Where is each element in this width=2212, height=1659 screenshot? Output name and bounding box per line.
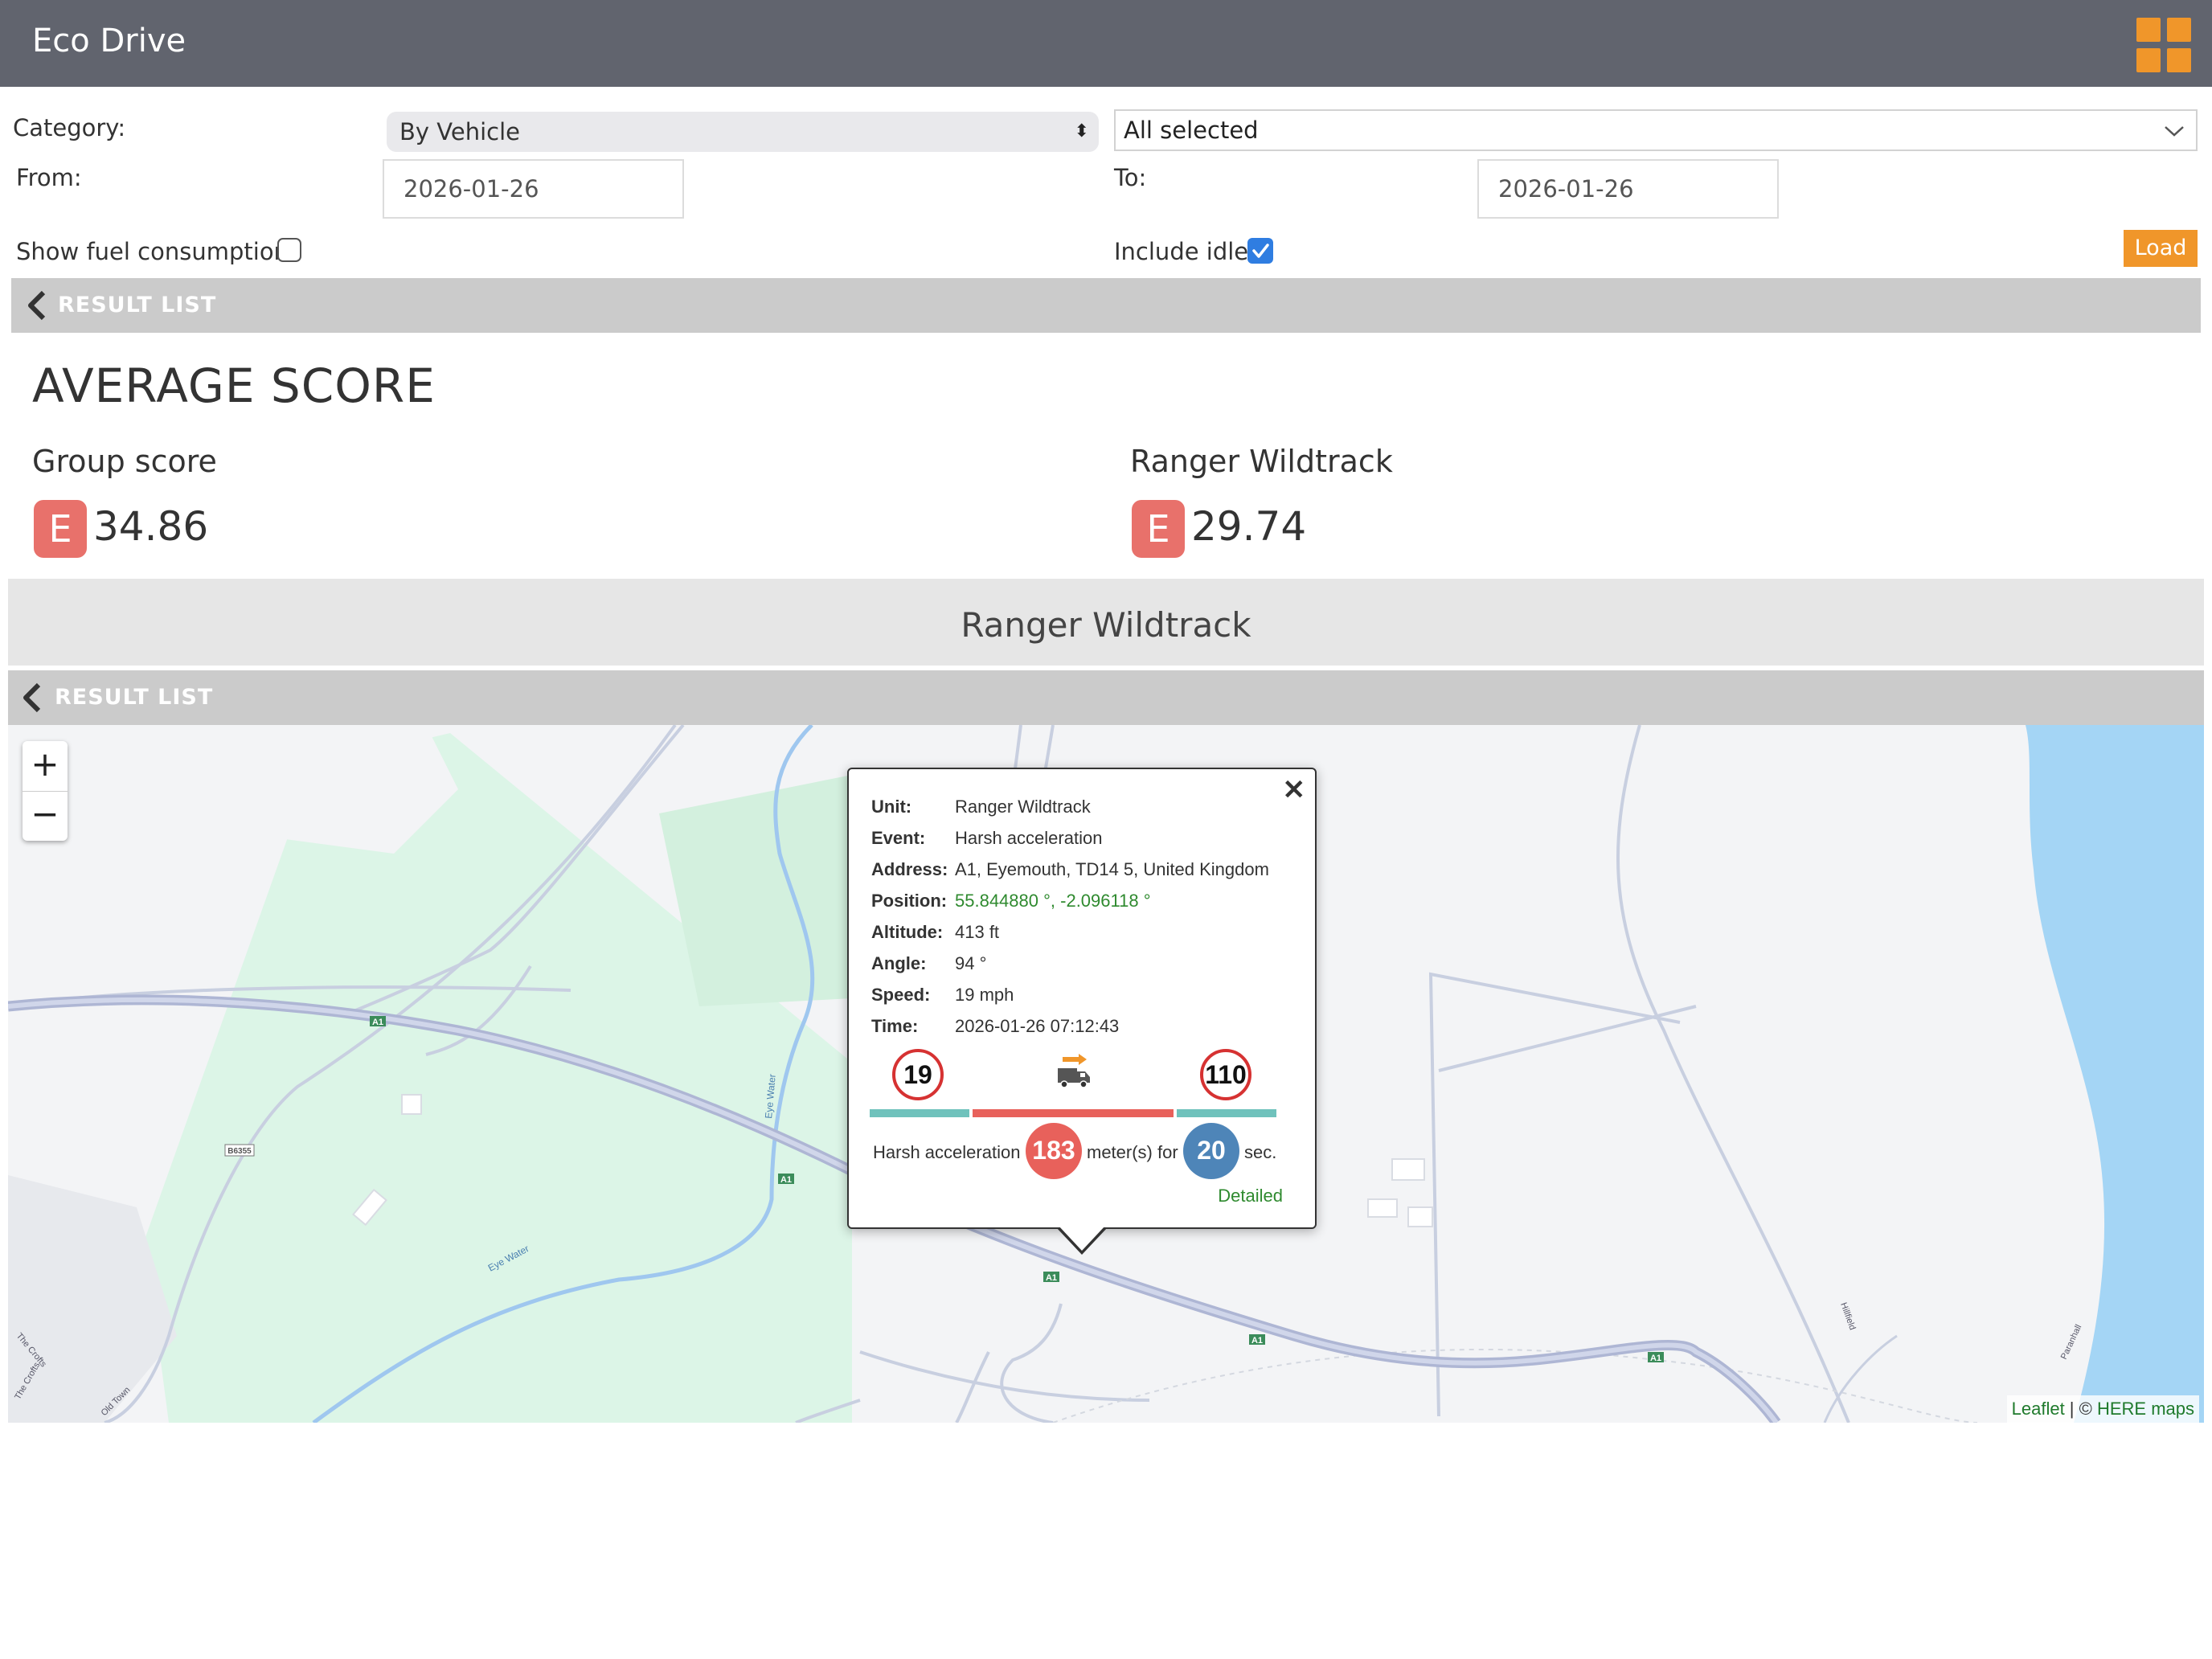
chevron-down-icon xyxy=(2164,111,2185,150)
include-idle-checkbox[interactable] xyxy=(1247,238,1273,264)
road-label: A1 xyxy=(1046,1273,1057,1283)
grid-menu-icon[interactable] xyxy=(2136,18,2191,72)
here-maps-link[interactable]: HERE maps xyxy=(2097,1399,2194,1419)
map-attribution: Leaflet | © HERE maps xyxy=(2006,1395,2199,1423)
popup-key: Unit: xyxy=(871,797,912,817)
speed-bar-end xyxy=(1177,1109,1276,1117)
popup-value: 413 ft xyxy=(955,922,1000,942)
zoom-control: + − xyxy=(23,741,68,841)
detailed-link[interactable]: Detailed xyxy=(1218,1186,1283,1206)
vehicle-score-value: 29.74 xyxy=(1191,503,1307,550)
popup-row-angle: Angle: 94 ° xyxy=(871,953,986,974)
road-label: B6355 xyxy=(227,1147,252,1156)
from-label: From: xyxy=(16,164,82,191)
popup-key: Angle: xyxy=(871,953,927,973)
zoom-in-button[interactable]: + xyxy=(23,741,68,792)
to-label: To: xyxy=(1114,164,1147,191)
popup-row-address: Address: A1, Eyemouth, TD14 5, United Kin… xyxy=(871,859,1269,880)
popup-value: Harsh acceleration xyxy=(955,828,1103,848)
distance-badge: 183 xyxy=(1026,1123,1082,1179)
group-score-value: 34.86 xyxy=(93,503,209,550)
popup-key: Position: xyxy=(871,891,948,911)
category-label: Category: xyxy=(13,114,126,141)
fuel-consumption-label: Show fuel consumption: xyxy=(16,238,297,265)
road-label: A1 xyxy=(780,1175,792,1185)
popup-pointer-fill xyxy=(1059,1226,1105,1251)
street-label: Paranhall xyxy=(2059,1323,2084,1361)
zoom-out-button[interactable]: − xyxy=(23,791,68,841)
popup-row-altitude: Altitude: 413 ft xyxy=(871,922,999,943)
include-idle-label: Include idle: xyxy=(1114,238,1256,265)
category-select[interactable]: By Vehicle ⬍ xyxy=(387,112,1099,152)
event-summary-label: Harsh acceleration xyxy=(873,1142,1021,1162)
popup-value: A1, Eyemouth, TD14 5, United Kingdom xyxy=(955,859,1269,879)
app-title: Eco Drive xyxy=(32,23,186,59)
popup-key: Speed: xyxy=(871,985,931,1005)
popup-row-position: Position: 55.844880 °, -2.096118 ° xyxy=(871,891,1151,911)
popup-value: 94 ° xyxy=(955,953,987,973)
result-list-bar[interactable]: RESULT LIST xyxy=(11,278,2201,333)
popup-row-speed: Speed: 19 mph xyxy=(871,985,1014,1006)
from-date-input[interactable]: 2026-01-26 xyxy=(383,159,684,219)
chevron-left-icon xyxy=(23,682,41,713)
duration-badge: 20 xyxy=(1183,1123,1239,1179)
load-button[interactable]: Load xyxy=(2124,230,2198,267)
road-label: A1 xyxy=(372,1018,383,1027)
average-score-title: AVERAGE SCORE xyxy=(32,358,436,413)
result-list-label: RESULT LIST xyxy=(58,293,217,317)
top-bar: Eco Drive xyxy=(0,0,2212,87)
vehicle-banner: Ranger Wildtrack xyxy=(8,579,2204,666)
vehicle-grade-badge: E xyxy=(1132,500,1185,558)
group-score-label: Group score xyxy=(32,444,217,479)
result-list-bar-2[interactable]: RESULT LIST xyxy=(8,670,2204,725)
start-speed-sign: 19 xyxy=(892,1049,944,1100)
popup-row-event: Event: Harsh acceleration xyxy=(871,828,1102,849)
truck-accelerating-icon xyxy=(1058,1054,1090,1088)
close-icon[interactable]: ✕ xyxy=(1283,774,1306,806)
popup-row-time: Time: 2026-01-26 07:12:43 xyxy=(871,1016,1119,1037)
leaflet-link[interactable]: Leaflet xyxy=(2012,1399,2065,1419)
distance-unit-label: meter(s) for xyxy=(1087,1142,1178,1162)
popup-value: 2026-01-26 07:12:43 xyxy=(955,1016,1120,1036)
event-popup: ✕ Unit: Ranger Wildtrack Event: Harsh acce… xyxy=(847,768,1317,1255)
position-link[interactable]: 55.844880 °, -2.096118 ° xyxy=(955,891,1151,911)
street-label: Hillfield xyxy=(1838,1301,1857,1331)
speed-bar-start xyxy=(870,1109,969,1117)
group-grade-badge: E xyxy=(34,500,87,558)
fuel-consumption-checkbox[interactable] xyxy=(277,238,301,262)
category-select-value: By Vehicle xyxy=(399,118,520,145)
road-label: A1 xyxy=(1251,1336,1263,1346)
vehicle-score-label: Ranger Wildtrack xyxy=(1130,444,1393,479)
chevron-left-icon xyxy=(28,290,46,321)
popup-key: Event: xyxy=(871,828,926,848)
checkmark-icon xyxy=(1252,244,1269,258)
updown-chevron-icon: ⬍ xyxy=(1074,121,1089,141)
result-list-label: RESULT LIST xyxy=(55,685,214,710)
vehicle-multiselect-value: All selected xyxy=(1124,117,1259,144)
vehicle-banner-title: Ranger Wildtrack xyxy=(961,605,1251,645)
popup-key: Address: xyxy=(871,859,948,879)
popup-key: Altitude: xyxy=(871,922,944,942)
speed-limit-sign: 110 xyxy=(1200,1049,1251,1100)
popup-row-unit: Unit: Ranger Wildtrack xyxy=(871,797,1091,817)
speed-bar-event xyxy=(973,1109,1174,1117)
attribution-separator: | © xyxy=(2064,1399,2097,1419)
popup-value: 19 mph xyxy=(955,985,1014,1005)
vehicle-multiselect[interactable]: All selected xyxy=(1114,109,2198,151)
duration-unit-label: sec. xyxy=(1244,1142,1277,1162)
to-date-input[interactable]: 2026-01-26 xyxy=(1477,159,1779,219)
road-label: A1 xyxy=(1650,1354,1661,1363)
popup-value: Ranger Wildtrack xyxy=(955,797,1091,817)
popup-key: Time: xyxy=(871,1016,919,1036)
